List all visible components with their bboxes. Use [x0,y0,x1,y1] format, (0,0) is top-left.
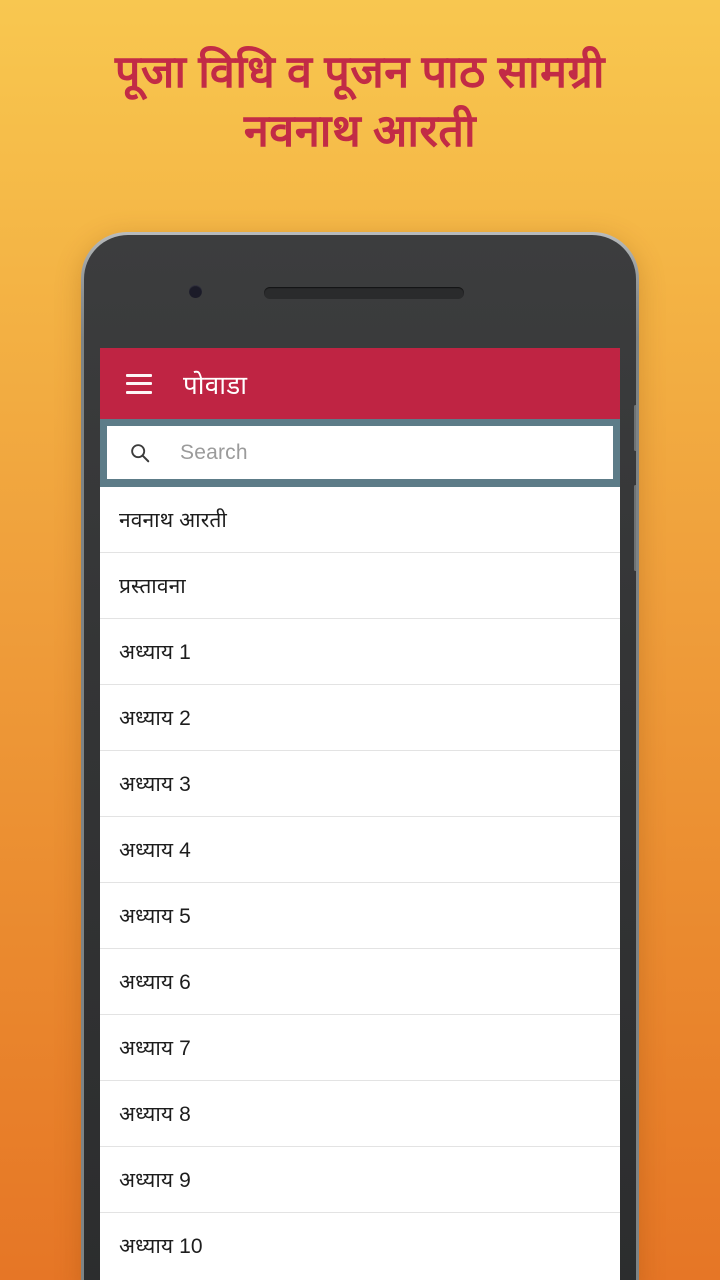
list-item[interactable]: नवनाथ आरती [100,487,620,553]
list-item[interactable]: अध्याय 3 [100,751,620,817]
search-bar: Search [100,419,620,487]
app-bar: पोवाडा [100,348,620,419]
list-item[interactable]: अध्याय 6 [100,949,620,1015]
list-item-label: अध्याय 2 [119,706,191,730]
list-item[interactable]: अध्याय 7 [100,1015,620,1081]
list-item[interactable]: अध्याय 9 [100,1147,620,1213]
headline-line-1: पूजा विधि व पूजन पाठ सामग्री [114,47,606,97]
list-item-label: अध्याय 1 [119,640,191,664]
hamburger-menu-icon[interactable] [126,373,152,394]
page-title: पूजा विधि व पूजन पाठ सामग्री नवनाथ आरती [0,46,720,158]
headline-line-2: नवनाथ आरती [243,106,477,157]
list-item-label: अध्याय 5 [119,904,191,928]
power-button[interactable] [634,405,636,451]
earpiece-speaker-icon [264,287,464,299]
list-item-label: अध्याय 3 [119,772,191,796]
list-item[interactable]: अध्याय 10 [100,1213,620,1279]
search-icon [131,443,150,462]
list-item-label: नवनाथ आरती [119,508,227,532]
search-placeholder: Search [180,440,248,464]
list-item[interactable]: अध्याय 2 [100,685,620,751]
search-input[interactable]: Search [107,426,613,479]
list-item-label: अध्याय 7 [119,1036,191,1060]
list-item-label: अध्याय 8 [119,1102,191,1126]
volume-button[interactable] [634,485,636,571]
chapter-list[interactable]: नवनाथ आरती प्रस्तावना अध्याय 1 अध्याय 2 अध्य… [100,487,620,1279]
phone-body: पोवाडा Search नवनाथ आरती प्रस्तावना अध्याय… [84,235,636,1280]
list-item[interactable]: अध्याय 4 [100,817,620,883]
list-item[interactable]: प्रस्तावना [100,553,620,619]
list-item-label: अध्याय 10 [119,1235,203,1258]
list-item[interactable]: अध्याय 8 [100,1081,620,1147]
list-item-label: अध्याय 4 [119,838,191,862]
list-item-label: प्रस्तावना [119,574,186,598]
list-item-label: अध्याय 6 [119,970,191,994]
app-bar-title: पोवाडा [183,369,248,400]
phone-mockup: पोवाडा Search नवनाथ आरती प्रस्तावना अध्याय… [81,232,639,1280]
list-item-label: अध्याय 9 [119,1168,191,1192]
camera-dot-icon [189,285,202,298]
phone-screen: पोवाडा Search नवनाथ आरती प्रस्तावना अध्याय… [100,348,620,1280]
list-item[interactable]: अध्याय 1 [100,619,620,685]
promo-poster: पूजा विधि व पूजन पाठ सामग्री नवनाथ आरती … [0,0,720,1280]
list-item[interactable]: अध्याय 5 [100,883,620,949]
